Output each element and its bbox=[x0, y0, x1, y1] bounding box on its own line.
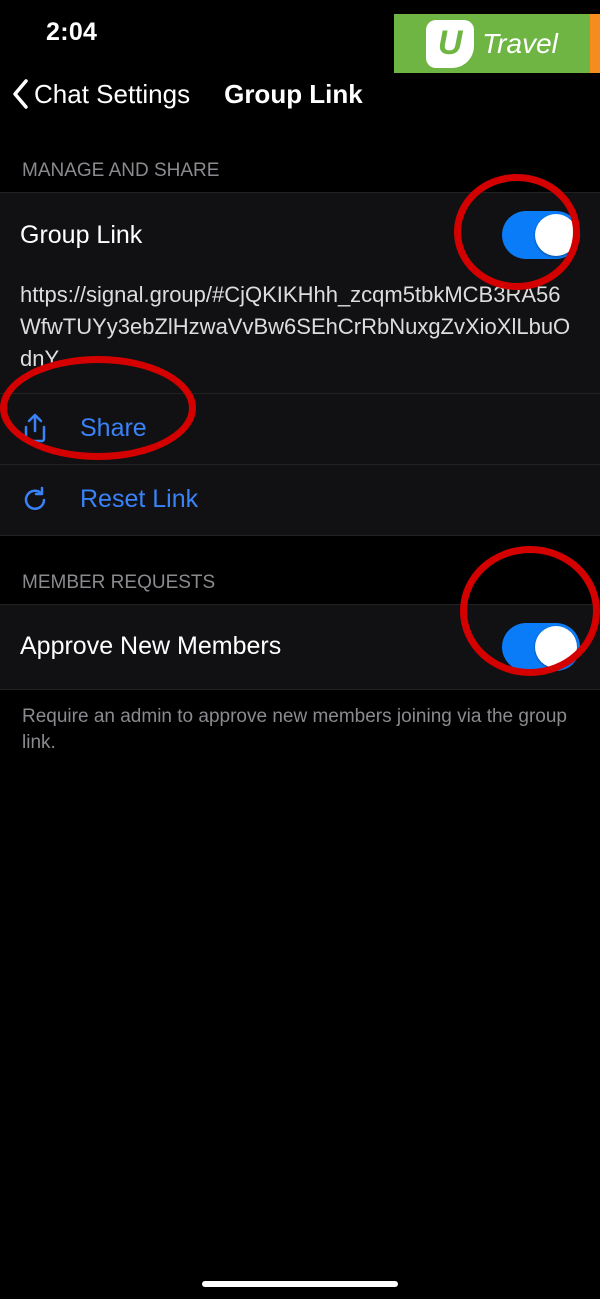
reset-link-button[interactable]: Reset Link bbox=[0, 465, 600, 536]
group-link-url[interactable]: https://signal.group/#CjQKIKHhh_zcqm5tbk… bbox=[20, 259, 580, 375]
section-header-manage: MANAGE AND SHARE bbox=[0, 124, 600, 192]
watermark-u-icon: U bbox=[426, 20, 474, 68]
back-button[interactable]: Chat Settings bbox=[8, 74, 190, 114]
nav-header: Chat Settings Group Link bbox=[0, 64, 600, 124]
group-link-label: Group Link bbox=[20, 221, 142, 250]
approve-members-toggle[interactable] bbox=[502, 623, 580, 671]
share-icon bbox=[20, 414, 50, 444]
approve-label: Approve New Members bbox=[20, 632, 281, 661]
reset-link-label: Reset Link bbox=[80, 485, 198, 514]
share-button[interactable]: Share bbox=[0, 394, 600, 465]
watermark: U Travel bbox=[394, 14, 600, 73]
page-title: Group Link bbox=[224, 79, 363, 110]
back-label: Chat Settings bbox=[34, 79, 190, 110]
section-header-requests: MEMBER REQUESTS bbox=[0, 536, 600, 604]
reset-icon bbox=[20, 485, 50, 515]
approve-members-cell: Approve New Members bbox=[0, 604, 600, 690]
status-time: 2:04 bbox=[46, 18, 97, 47]
watermark-text: Travel bbox=[482, 28, 558, 60]
approve-footer-note: Require an admin to approve new members … bbox=[0, 690, 600, 771]
group-link-toggle[interactable] bbox=[502, 211, 580, 259]
group-link-cell: Group Link https://signal.group/#CjQKIKH… bbox=[0, 192, 600, 394]
chevron-left-icon bbox=[8, 74, 32, 114]
share-label: Share bbox=[80, 414, 147, 443]
home-indicator bbox=[202, 1281, 398, 1287]
